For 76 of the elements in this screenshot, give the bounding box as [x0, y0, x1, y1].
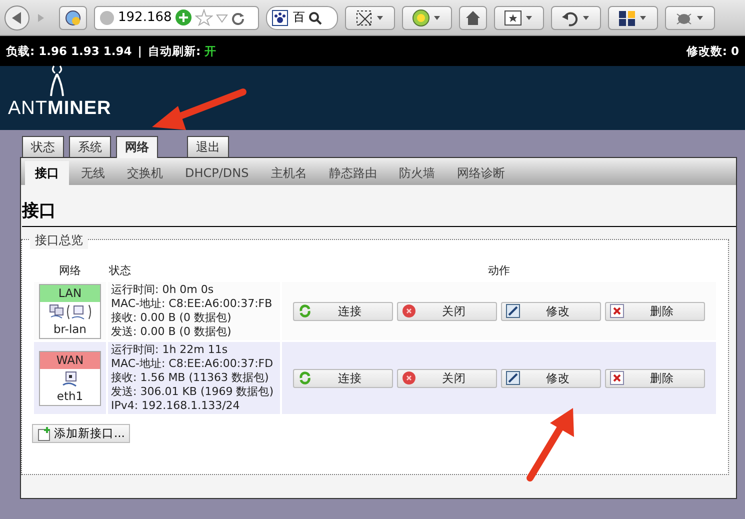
menu-tab[interactable]: 网络: [116, 136, 158, 158]
status-line: 运行时间: 1h 22m 11s: [111, 343, 229, 357]
subtab[interactable]: 静态路由: [318, 161, 387, 185]
load-values: 1.96 1.93 1.94: [38, 44, 132, 58]
reload-icon: [230, 10, 245, 24]
subtab[interactable]: DHCP/DNS: [175, 161, 259, 185]
changes-count: 修改数: 0: [686, 44, 739, 58]
status-line: 运行时间: 0h 0m 0s: [111, 283, 215, 297]
add-icon: [37, 426, 51, 440]
subtab[interactable]: 接口: [25, 161, 69, 185]
action-button[interactable]: 修改: [501, 368, 601, 388]
toolbar-button[interactable]: [59, 6, 87, 30]
go-icon: [174, 9, 192, 26]
search-icon: [308, 10, 322, 24]
delete-icon: [610, 371, 624, 385]
subtab[interactable]: 防火墙: [388, 161, 445, 185]
column-header: 动作: [488, 264, 510, 277]
ethernet-icon: [61, 370, 79, 388]
toolbar-button[interactable]: [608, 6, 658, 30]
refresh-icon: [298, 304, 312, 318]
stop-icon: [402, 304, 416, 318]
url-text: 192.168: [118, 10, 172, 25]
search-text: 百: [293, 9, 305, 26]
load-label: 负载:: [6, 44, 35, 58]
action-button[interactable]: 连接: [293, 302, 393, 320]
network-name: WAN: [40, 352, 100, 368]
status-line: MAC-地址: C8:EE:A6:00:37:FB: [111, 297, 274, 311]
page-heading: 接口: [22, 199, 736, 227]
status-line: 发送: 0.00 B (0 数据包): [111, 325, 232, 339]
bridge-icon: [48, 302, 92, 320]
status-line: 接收: 0.00 B (0 数据包): [111, 311, 232, 325]
status-line: MAC-地址: C8:EE:A6:00:37:FD: [111, 357, 274, 371]
star-icon: [194, 9, 213, 26]
search-field[interactable]: 百: [266, 6, 338, 30]
add-interface-button[interactable]: 添加新接口...: [32, 424, 130, 443]
subtab[interactable]: 无线: [71, 161, 115, 185]
fieldset-legend: 接口总览: [30, 232, 88, 249]
subtab[interactable]: 网络诊断: [446, 161, 515, 185]
home-button[interactable]: [459, 6, 487, 30]
delete-icon: [610, 304, 624, 318]
action-button[interactable]: 关闭: [397, 302, 497, 320]
network-name: LAN: [40, 284, 100, 302]
bookmark-icon: [504, 8, 534, 26]
menu-tab[interactable]: 系统: [69, 136, 111, 157]
action-button[interactable]: 关闭: [397, 368, 497, 388]
action-button[interactable]: 连接: [293, 368, 393, 388]
column-header: 状态: [109, 264, 131, 277]
paw-icon: [272, 10, 290, 26]
toolbar-button[interactable]: [494, 6, 544, 30]
url-field[interactable]: 192.168: [94, 6, 259, 30]
subtab[interactable]: 主机名: [260, 161, 317, 185]
status-line: IPv4: 192.168.1.133/24: [111, 399, 241, 413]
auto-refresh-value[interactable]: 开: [204, 44, 217, 58]
subtab[interactable]: 交换机: [117, 161, 173, 185]
dropdown-icon: [216, 12, 228, 24]
toolbar-button[interactable]: [345, 6, 395, 30]
refresh-icon: [298, 371, 312, 385]
stop-icon: [402, 371, 416, 385]
action-button[interactable]: 删除: [605, 368, 705, 388]
device-name: br-lan: [54, 322, 86, 336]
auto-refresh-label: 自动刷新:: [148, 44, 201, 58]
grid-icon: [618, 8, 648, 26]
status-line: 接收: 1.56 MB (11363 数据包): [111, 371, 270, 385]
status-line: 发送: 306.01 KB (1969 数据包): [111, 385, 275, 399]
home-icon: [464, 8, 482, 26]
toolbar-button[interactable]: [551, 6, 601, 30]
action-button[interactable]: 删除: [605, 302, 705, 320]
column-header: 网络: [59, 264, 81, 277]
device-name: eth1: [56, 388, 84, 402]
logo-text: ANTMINER: [8, 98, 112, 120]
menu-tab[interactable]: 状态: [22, 136, 64, 157]
action-button[interactable]: 修改: [501, 302, 601, 320]
separator: |: [138, 44, 142, 58]
menu-tab[interactable]: 退出: [187, 136, 229, 157]
edit-icon: [506, 304, 520, 318]
edit-icon: [506, 371, 520, 385]
